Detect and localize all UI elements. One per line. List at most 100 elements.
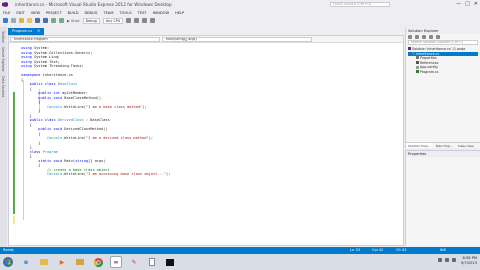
open-folder-icon[interactable] [27,18,32,23]
visual-studio-taskbar-icon[interactable]: ∞ [110,256,122,268]
code-token: .WriteLine( [62,136,86,140]
refresh-icon[interactable] [422,35,426,39]
code-token: public void [21,95,65,100]
member-navigation-select[interactable]: Main(string[] args) [162,37,312,42]
back-icon[interactable] [3,18,8,23]
chrome-icon[interactable] [92,256,104,268]
tab-solution-explorer[interactable]: Solution Expl... [406,143,433,148]
code-token: static void [21,158,65,163]
code-token: ); [148,136,154,140]
internet-explorer-icon[interactable]: e [20,256,32,268]
tab-team-explorer[interactable]: Team Exp... [433,143,454,148]
quick-launch-input[interactable]: Quick Launch (Ctrl+Q) [330,2,390,7]
tree-item-label: Program.cs [420,69,439,74]
flag-icon[interactable] [438,258,442,262]
platform-select[interactable]: Any CPU [102,17,124,24]
side-tool-strip: Toolbox Server Explorer Data Sources [0,27,7,249]
data-sources-tab[interactable]: Data Sources [1,76,5,97]
code-token: using [21,59,34,64]
window-title: inheritance.cs - Microsoft Visual Studio… [15,2,172,7]
code-token: System.Threading.Tasks; [33,64,84,68]
volume-icon[interactable] [452,258,456,262]
command-prompt-icon[interactable] [164,256,176,268]
notepad-icon[interactable] [146,256,158,268]
code-token: "I am accessing base class object..." [85,172,166,176]
minimize-button[interactable]: — [456,1,461,7]
code-token: { [21,86,32,91]
properties-icon[interactable] [436,35,440,39]
home-icon[interactable] [408,35,412,39]
code-text[interactable]: using System; using System.Collections.Ge… [21,46,170,181]
close-tab-icon[interactable]: ✕ [37,29,40,33]
code-token: { [21,154,32,158]
configuration-select[interactable]: Debug [82,17,100,24]
tree-item[interactable]: Program.cs [408,70,478,75]
tab-label: Program.cs [12,29,33,33]
code-token: public int [21,91,63,95]
server-explorer-tab[interactable]: Server Explorer [1,47,5,72]
taskbar-clock[interactable]: 8:58 PM 9/7/2013 [461,256,477,266]
type-navigation-select[interactable]: inheritance.Program [10,37,160,42]
undo-icon[interactable] [51,18,56,23]
code-token: inheritance.cs [42,73,73,77]
tab-class-view[interactable]: Class View [456,143,476,148]
line-indicator: Ln 33 [350,248,360,252]
code-token: } [21,140,41,145]
windows-taskbar: e ▶ ∞ ✎ [0,254,480,270]
system-tray [438,258,456,262]
toolbar: ▶ Start Debug Any CPU [0,16,480,25]
wrench-icon [416,56,419,60]
tree-item-label: References [420,60,439,65]
redo-icon[interactable] [59,18,64,23]
close-button[interactable]: ✕ [474,1,478,7]
toolbox-tab[interactable]: Toolbox [1,31,5,43]
comment-icon[interactable] [134,18,140,23]
network-icon[interactable] [445,258,449,262]
code-token: System; [33,46,50,50]
paint-icon[interactable]: ✎ [128,256,140,268]
new-project-icon[interactable] [19,18,24,23]
start-debug-button[interactable]: ▶ Start [67,19,80,23]
code-token: DerivedClassMethod() [64,127,108,131]
visual-studio-logo-icon [2,2,8,7]
code-token: { [21,163,41,167]
change-margin [13,44,17,244]
saved-changes-marker [13,92,15,214]
sync-icon[interactable] [415,35,419,39]
code-token: using [21,64,34,68]
tree-item-label: Properties [420,56,437,61]
save-all-icon[interactable] [43,18,48,23]
maximize-button[interactable]: □ [465,1,470,7]
document-tabs: Program.cs ✕ [8,28,45,35]
bookmark-icon[interactable] [150,18,156,23]
collapse-all-icon[interactable] [429,35,433,39]
code-token: .WriteLine( [62,104,86,109]
code-token: myIntMember; [62,91,89,95]
status-message: Ready [3,248,15,252]
code-token: public class [21,118,58,122]
code-token: public class [21,82,58,86]
clock-date: 9/7/2013 [460,261,477,265]
code-token: } [21,109,41,113]
code-editor[interactable]: inheritance.Program Main(string[] args) … [8,35,404,246]
tab-program-cs[interactable]: Program.cs ✕ [8,28,45,35]
insert-mode-indicator: INS [440,248,447,252]
code-token: { [21,131,41,136]
find-icon[interactable] [126,18,132,23]
references-icon [416,60,419,64]
code-line: Console.WriteLine("I am a derived class … [21,136,170,141]
uncomment-icon[interactable] [142,18,148,23]
code-token: } [21,113,32,118]
forward-icon[interactable] [11,18,16,23]
code-token: public void [21,127,65,131]
save-icon[interactable] [35,18,40,23]
media-player-icon[interactable]: ▶ [56,256,68,268]
code-token: ); [142,104,147,109]
start-button[interactable] [2,256,14,268]
code-token: Console [46,172,63,176]
folder-icon[interactable] [74,256,86,268]
solution-explorer-panel: Solution Explorer Search Solution Explor… [405,28,480,148]
file-explorer-icon[interactable] [38,256,50,268]
